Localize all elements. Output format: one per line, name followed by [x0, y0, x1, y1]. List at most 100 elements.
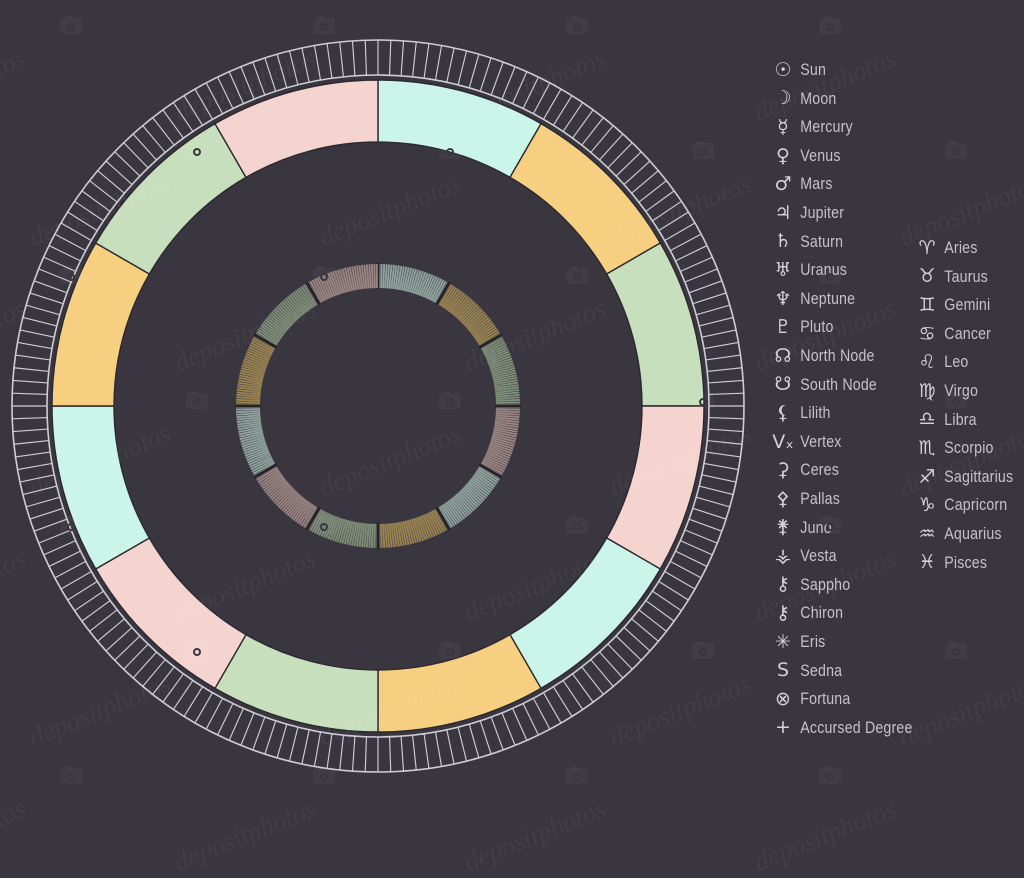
- inner-tick-gemini: [496, 397, 520, 398]
- legend-item-sign-cancer: ♋Cancer: [914, 320, 1024, 349]
- legend-item-sign-capricorn: ♑Capricorn: [914, 491, 1024, 520]
- outer-tick: [34, 519, 67, 531]
- outer-tick: [533, 83, 549, 114]
- outer-tick: [314, 732, 320, 766]
- outer-tick: [709, 418, 744, 419]
- outer-tick: [480, 721, 491, 754]
- outer-tick: [30, 293, 63, 304]
- inner-tick-virgo: [385, 524, 386, 548]
- outer-tick: [26, 497, 60, 507]
- legend-item-sign-aries: ♈Aries: [914, 234, 1024, 263]
- outer-tick: [55, 234, 86, 250]
- legend-item-planet-jupiter: ♃Jupiter: [770, 199, 931, 228]
- sedna-icon: S: [770, 661, 796, 680]
- outer-tick: [447, 730, 454, 764]
- outer-tick: [173, 680, 193, 709]
- outer-tick: [699, 317, 733, 325]
- outer-tick: [229, 72, 243, 104]
- legend-item-planet-pluto: ♇Pluto: [770, 313, 931, 342]
- legend-item-planet-label: Sun: [796, 62, 826, 79]
- inner-tick-gemini: [496, 400, 520, 401]
- legend-item-planet-label: Mercury: [796, 119, 853, 136]
- uranus-icon: ♅: [770, 261, 796, 280]
- legend-item-planet-vesta: ⚶Vesta: [770, 542, 931, 571]
- legend-item-planet-mars: ♂Mars: [770, 170, 931, 199]
- outer-tick: [49, 551, 80, 566]
- outer-tick: [302, 730, 309, 764]
- outer-tick: [218, 704, 233, 735]
- legend-item-planet-sedna: SSedna: [770, 656, 931, 685]
- inner-degree-tick-ring: [235, 263, 521, 549]
- cancer-icon: ♋: [914, 325, 940, 344]
- outer-tick: [685, 269, 717, 282]
- outer-tick: [340, 735, 344, 770]
- outer-tick: [12, 393, 47, 394]
- outer-tick: [365, 737, 366, 772]
- jupiter-icon: ♃: [770, 204, 796, 223]
- outer-tick: [218, 77, 233, 108]
- legend-item-sign-taurus: ♉Taurus: [914, 263, 1024, 292]
- outer-tick: [413, 735, 417, 770]
- scorpio-icon: ♏: [914, 439, 940, 458]
- legend-item-planet-pallas: ⚴Pallas: [770, 485, 931, 514]
- outer-tick: [340, 42, 344, 77]
- outer-tick: [401, 736, 403, 771]
- outer-tick: [709, 393, 744, 394]
- outer-tick: [523, 77, 538, 108]
- inner-tick-pisces: [369, 264, 370, 288]
- inner-tick-aries: [381, 264, 382, 288]
- legend-item-sign-label: Capricorn: [940, 497, 1007, 514]
- legend-item-planet-label: Saturn: [796, 234, 843, 251]
- outer-tick: [659, 212, 689, 231]
- sign-color-band: [52, 80, 704, 732]
- legend-item-planet-label: Chiron: [796, 605, 843, 622]
- legend-item-planet-juno: ⚵Juno: [770, 514, 931, 543]
- outer-tick: [61, 572, 91, 590]
- outer-tick: [184, 96, 203, 126]
- outer-tick: [708, 380, 743, 382]
- legend-item-sign-label: Aquarius: [940, 526, 1002, 543]
- legend-item-planet-label: Sappho: [796, 577, 850, 594]
- inner-tick-capricorn: [236, 400, 260, 401]
- outer-tick: [327, 734, 332, 769]
- legend-item-planet-label: North Node: [796, 348, 875, 365]
- vertex-icon: Vₓ: [770, 433, 796, 452]
- legend-item-sign-label: Gemini: [940, 297, 990, 314]
- outer-tick: [707, 441, 742, 445]
- outer-tick: [702, 330, 736, 337]
- legend-item-planet-label: Juno: [796, 520, 832, 537]
- outer-tick: [665, 572, 695, 590]
- chiron-icon: ⚷: [770, 604, 796, 623]
- outer-tick: [61, 223, 91, 241]
- outer-tick: [20, 475, 54, 482]
- outer-tick: [689, 519, 722, 531]
- inner-tick-cancer: [496, 411, 520, 412]
- outer-tick: [670, 561, 701, 577]
- outer-tick: [491, 62, 503, 95]
- outer-tick: [424, 734, 429, 769]
- outer-tick: [680, 257, 712, 271]
- pluto-icon: ♇: [770, 318, 796, 337]
- sign-segment-taurus: [510, 124, 660, 274]
- watermark-text: depositphotos: [750, 793, 901, 878]
- legend-item-planet-label: Moon: [796, 91, 836, 108]
- outer-tick: [670, 234, 701, 250]
- outer-tick: [513, 708, 527, 740]
- outer-tick: [680, 541, 712, 555]
- outer-tick: [34, 281, 67, 293]
- outer-tick: [289, 51, 297, 85]
- legend-item-planet-label: Vertex: [796, 434, 842, 451]
- legend-item-sign-label: Pisces: [940, 555, 987, 572]
- legend-item-planet-saturn: ♄Saturn: [770, 228, 931, 257]
- inner-tick-pisces: [374, 264, 375, 288]
- legend-item-planet-chiron: ⚷Chiron: [770, 599, 931, 628]
- outer-tick: [44, 257, 76, 271]
- outer-tick: [44, 541, 76, 555]
- outer-tick: [702, 475, 736, 482]
- outer-tick: [75, 591, 104, 611]
- outer-tick: [659, 581, 689, 600]
- legend-item-planet-label: Ceres: [796, 462, 839, 479]
- zodiac-wheel-svg: [0, 0, 760, 812]
- outer-tick: [704, 463, 738, 469]
- inner-tick-sagittarius: [236, 413, 260, 414]
